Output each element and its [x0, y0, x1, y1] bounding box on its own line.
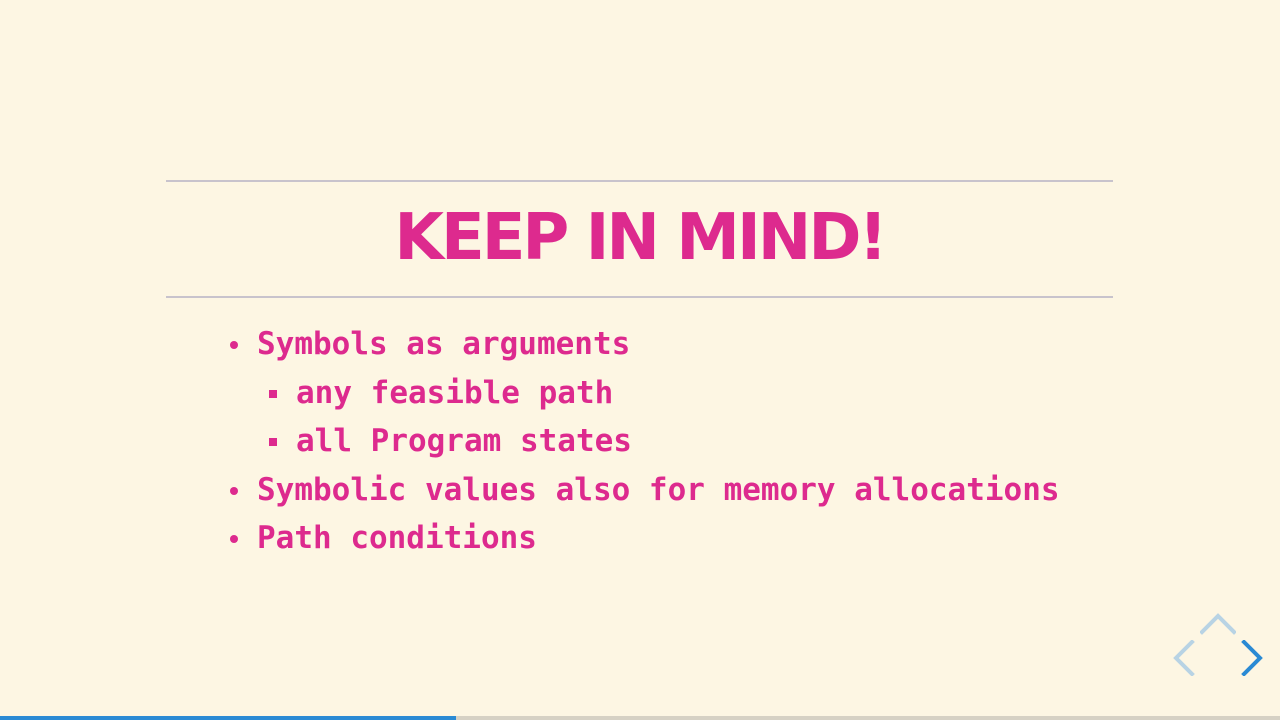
sub-bullet-text: all Program states	[296, 423, 632, 459]
progress-bar	[0, 716, 1280, 720]
bullet-item: Symbolic values also for memory allocati…	[226, 466, 1060, 515]
nav-next-button[interactable]	[1240, 640, 1266, 676]
chevron-up-icon	[1200, 613, 1236, 635]
bullet-square-icon	[269, 438, 277, 446]
sub-bullet-text: any feasible path	[296, 374, 614, 411]
bullet-list: Symbols as arguments any feasible path a…	[226, 320, 1060, 563]
title-top-rule	[166, 180, 1113, 182]
progress-fill	[0, 716, 456, 720]
bullet-dot-icon	[230, 535, 238, 543]
bullet-item: Path conditions	[226, 514, 1060, 563]
bullet-text: Path conditions	[257, 520, 537, 556]
bullet-text: Symbolic values also for memory allocati…	[257, 471, 1060, 508]
nav-up-button[interactable]	[1200, 610, 1236, 636]
nav-previous-button[interactable]	[1170, 640, 1196, 676]
bullet-item: Symbols as arguments	[226, 320, 1060, 369]
chevron-left-icon	[1173, 640, 1195, 676]
bullet-dot-icon	[230, 341, 238, 349]
bullet-square-icon	[269, 389, 277, 398]
title-bottom-rule	[166, 296, 1113, 298]
slide-navigation	[1160, 600, 1280, 700]
sub-bullet-item: all Program states	[226, 417, 1060, 466]
chevron-right-icon	[1241, 640, 1263, 676]
slide: Keep in mind! Symbols as arguments any f…	[0, 0, 1280, 720]
bullet-text: Symbols as arguments	[257, 326, 631, 362]
sub-bullet-item: any feasible path	[226, 369, 1060, 418]
slide-title: Keep in mind!	[394, 201, 887, 275]
bullet-dot-icon	[230, 486, 238, 495]
